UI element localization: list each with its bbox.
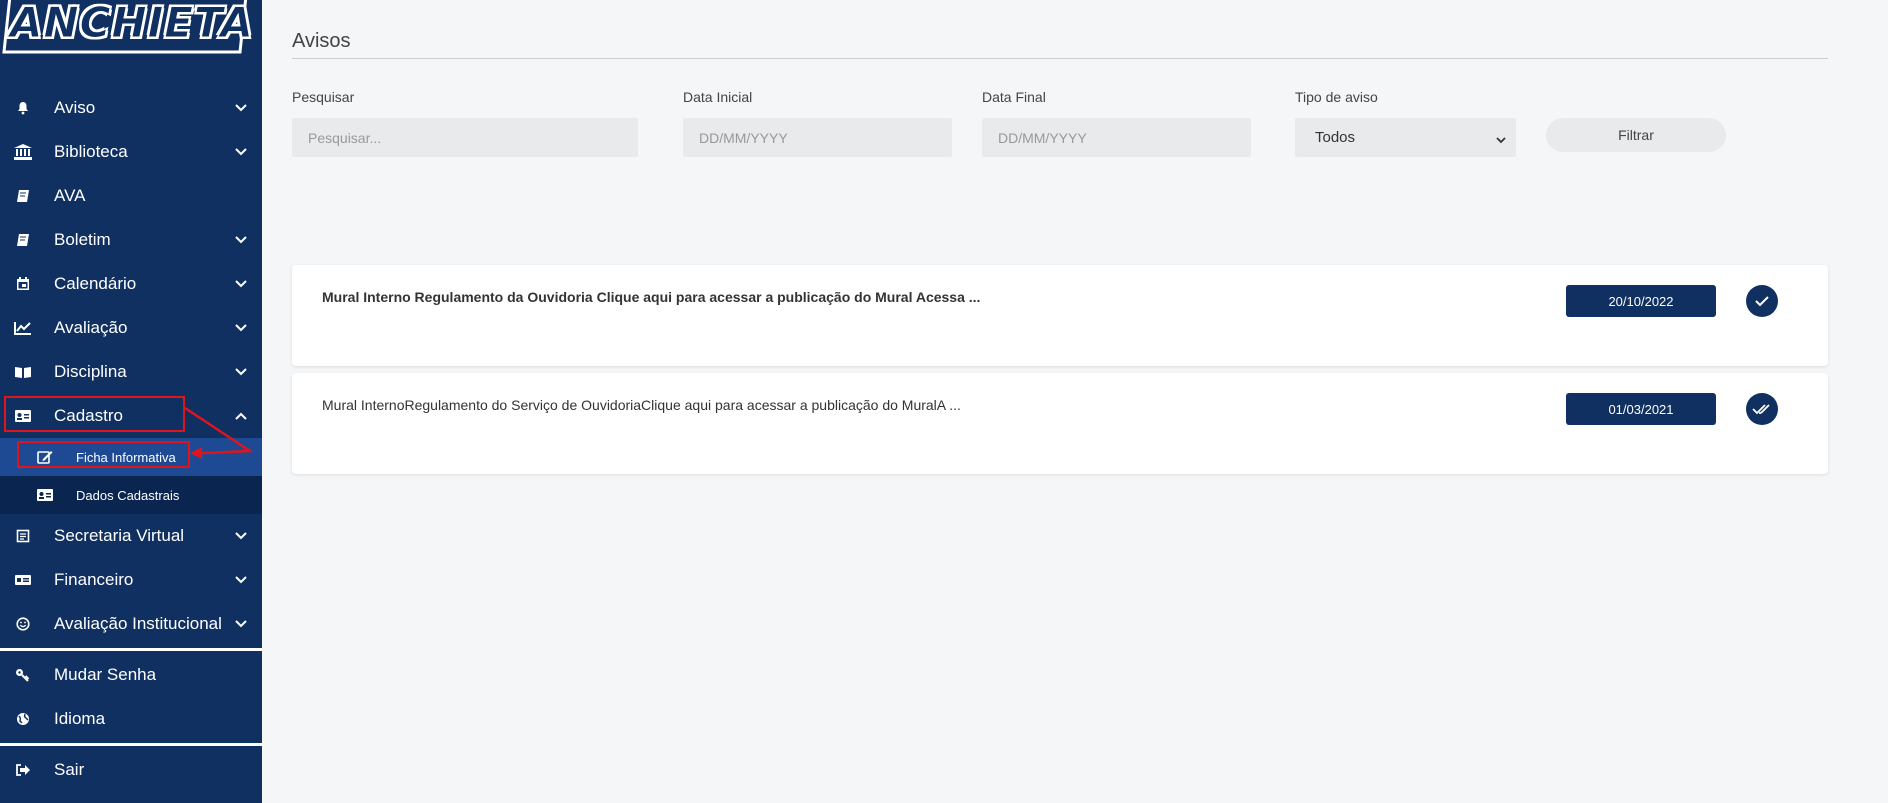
filter-bar: Pesquisar Pesquisar... Data Inicial DD/M… xyxy=(292,59,1828,189)
notice-type-select[interactable]: Todos xyxy=(1295,118,1516,157)
chevron-down-icon xyxy=(1496,131,1506,148)
start-date-label: Data Inicial xyxy=(683,89,753,105)
end-date-input[interactable]: DD/MM/YYYY xyxy=(982,118,1251,157)
search-input[interactable]: Pesquisar... xyxy=(292,118,638,157)
notice-type-label: Tipo de aviso xyxy=(1295,89,1378,105)
notice-card[interactable]: Mural Interno Regulamento da Ouvidoria C… xyxy=(292,265,1828,366)
main-content: Avisos Pesquisar Pesquisar... Data Inici… xyxy=(292,0,1828,474)
annotation-arrow xyxy=(184,406,254,459)
page-title: Avisos xyxy=(292,30,351,52)
check-icon[interactable] xyxy=(1746,285,1778,317)
notice-date: 20/10/2022 xyxy=(1566,285,1716,317)
notice-date: 01/03/2021 xyxy=(1566,393,1716,425)
end-date-label: Data Final xyxy=(982,89,1046,105)
filter-button[interactable]: Filtrar xyxy=(1546,118,1726,152)
notice-text: Mural Interno Regulamento da Ouvidoria C… xyxy=(322,289,981,305)
start-date-input[interactable]: DD/MM/YYYY xyxy=(683,118,952,157)
notice-text: Mural InternoRegulamento do Serviço de O… xyxy=(322,397,961,413)
search-label: Pesquisar xyxy=(292,89,355,105)
notice-type-value: Todos xyxy=(1315,129,1356,146)
notice-card[interactable]: Mural InternoRegulamento do Serviço de O… xyxy=(292,373,1828,474)
double-check-icon[interactable] xyxy=(1746,393,1778,425)
sidebar: ANCHIETA Aviso Biblioteca AVA Boletim Ca… xyxy=(0,0,262,803)
